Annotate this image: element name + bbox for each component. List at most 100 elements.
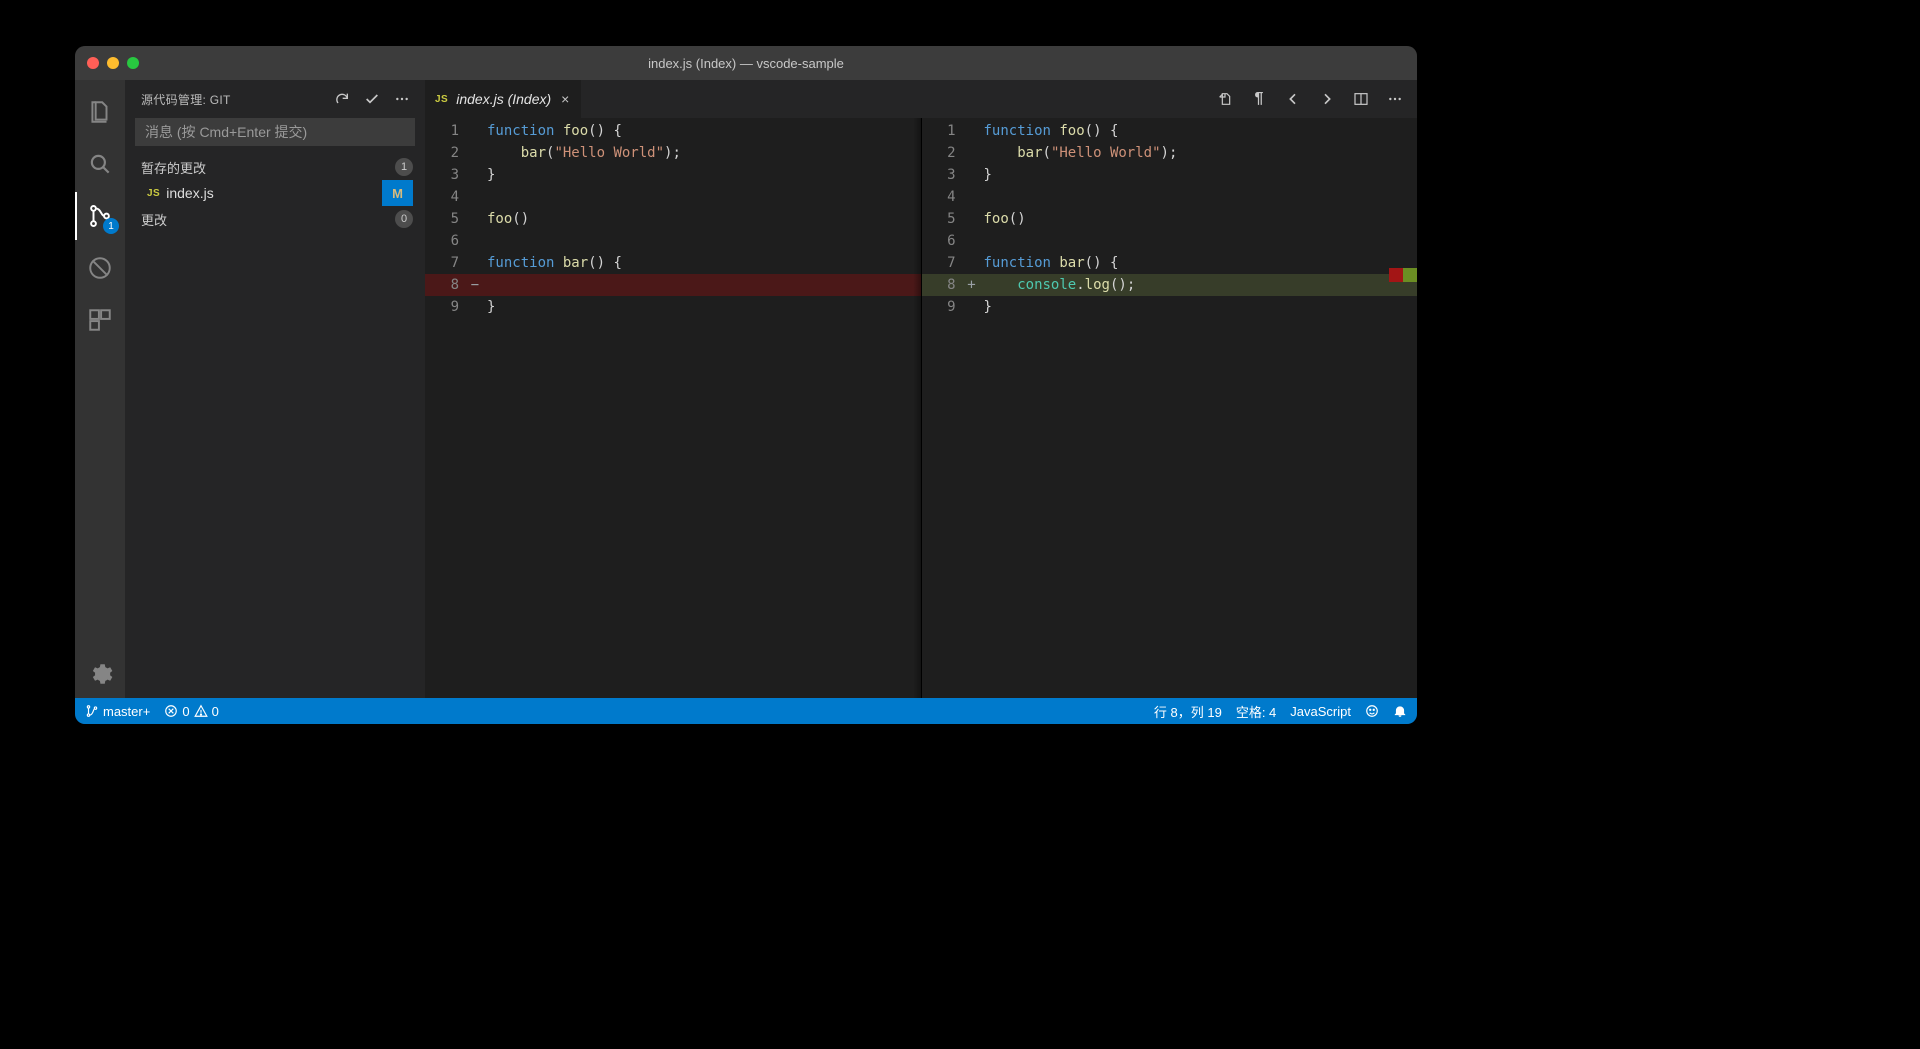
- line-number: 2: [922, 142, 964, 164]
- line-content: }: [980, 296, 992, 318]
- line-content: foo(): [483, 208, 529, 230]
- staged-file-status: M: [382, 180, 413, 206]
- code-line[interactable]: 6: [425, 230, 921, 252]
- branch-name: master+: [103, 704, 150, 719]
- line-content: function foo() {: [483, 120, 622, 142]
- search-icon: [87, 151, 113, 177]
- diff-editor[interactable]: 1function foo() {2 bar("Hello World");3}…: [425, 118, 1417, 698]
- scm-refresh-button[interactable]: [329, 86, 355, 112]
- ellipsis-icon: [1387, 91, 1403, 107]
- staged-count: 1: [395, 158, 413, 176]
- status-language[interactable]: JavaScript: [1290, 704, 1351, 719]
- activity-extensions[interactable]: [75, 296, 125, 344]
- code-line[interactable]: 8−: [425, 274, 921, 296]
- staged-section[interactable]: 暂存的更改 1: [125, 154, 425, 180]
- app-window: index.js (Index) — vscode-sample 1: [75, 46, 1417, 724]
- toggle-whitespace-button[interactable]: ¶: [1247, 87, 1271, 111]
- files-icon: [87, 99, 113, 125]
- status-notifications[interactable]: [1393, 704, 1407, 718]
- line-number: 5: [425, 208, 467, 230]
- code-line[interactable]: 2 bar("Hello World");: [922, 142, 1418, 164]
- line-number: 3: [425, 164, 467, 186]
- scm-more-button[interactable]: [389, 86, 415, 112]
- gear-icon: [87, 661, 113, 687]
- code-line[interactable]: 4: [425, 186, 921, 208]
- activity-search[interactable]: [75, 140, 125, 188]
- editor-more-button[interactable]: [1383, 87, 1407, 111]
- split-editor-button[interactable]: [1349, 87, 1373, 111]
- line-number: 7: [425, 252, 467, 274]
- status-indent[interactable]: 空格: 4: [1236, 702, 1276, 721]
- status-feedback[interactable]: [1365, 704, 1379, 718]
- extensions-icon: [87, 307, 113, 333]
- status-cursor[interactable]: 行 8，列 19: [1154, 702, 1222, 721]
- code-line[interactable]: 5foo(): [922, 208, 1418, 230]
- code-line[interactable]: 1function foo() {: [425, 120, 921, 142]
- check-icon: [364, 91, 380, 107]
- staged-file-row[interactable]: JS index.js M: [125, 180, 425, 206]
- error-count: 0: [182, 704, 189, 719]
- diff-modified-pane[interactable]: 1function foo() {2 bar("Hello World");3}…: [922, 118, 1418, 698]
- goto-file-icon: [1217, 91, 1233, 107]
- diff-marker: −: [467, 274, 483, 296]
- line-number: 9: [922, 296, 964, 318]
- activity-explorer[interactable]: [75, 88, 125, 136]
- line-number: 5: [922, 208, 964, 230]
- error-icon: [164, 704, 178, 718]
- activity-bar: 1: [75, 80, 125, 698]
- previous-change-button[interactable]: [1281, 87, 1305, 111]
- line-number: 8: [922, 274, 964, 296]
- code-line[interactable]: 5 foo(): [425, 208, 921, 230]
- line-content: console.log();: [980, 274, 1136, 296]
- line-number: 2: [425, 142, 467, 164]
- line-content: bar("Hello World");: [483, 142, 681, 164]
- js-file-icon: JS: [435, 94, 448, 105]
- window-title: index.js (Index) — vscode-sample: [75, 56, 1417, 71]
- changes-label: 更改: [141, 210, 167, 229]
- titlebar: index.js (Index) — vscode-sample: [75, 46, 1417, 80]
- changes-count: 0: [395, 210, 413, 228]
- code-line[interactable]: 3}: [922, 164, 1418, 186]
- status-problems[interactable]: 0 0: [164, 704, 218, 719]
- code-line[interactable]: 1function foo() {: [922, 120, 1418, 142]
- window-maximize-button[interactable]: [127, 57, 139, 69]
- bell-icon: [1393, 704, 1407, 718]
- code-line[interactable]: 7 function bar() {: [425, 252, 921, 274]
- status-bar: master+ 0 0 行 8，列 19 空格: 4 JavaScript: [75, 698, 1417, 724]
- line-content: function bar() {: [483, 252, 622, 274]
- arrow-right-icon: [1319, 91, 1335, 107]
- line-number: 3: [922, 164, 964, 186]
- changes-section[interactable]: 更改 0: [125, 206, 425, 232]
- staged-file-name: index.js: [166, 185, 213, 201]
- code-line[interactable]: 8+ console.log();: [922, 274, 1418, 296]
- tab-title: index.js (Index): [456, 91, 551, 107]
- code-line[interactable]: 9}: [922, 296, 1418, 318]
- code-line[interactable]: 2 bar("Hello World");: [425, 142, 921, 164]
- activity-settings[interactable]: [75, 650, 125, 698]
- commit-message-input[interactable]: [135, 118, 415, 146]
- window-close-button[interactable]: [87, 57, 99, 69]
- refresh-icon: [334, 91, 350, 107]
- diff-original-pane[interactable]: 1function foo() {2 bar("Hello World");3}…: [425, 118, 922, 698]
- activity-debug[interactable]: [75, 244, 125, 292]
- open-file-button[interactable]: [1213, 87, 1237, 111]
- activity-scm[interactable]: 1: [75, 192, 125, 240]
- window-minimize-button[interactable]: [107, 57, 119, 69]
- status-branch[interactable]: master+: [85, 704, 150, 719]
- code-line[interactable]: 9}: [425, 296, 921, 318]
- warning-icon: [194, 704, 208, 718]
- line-content: }: [980, 164, 992, 186]
- code-line[interactable]: 7function bar() {: [922, 252, 1418, 274]
- code-line[interactable]: 3}: [425, 164, 921, 186]
- scm-commit-button[interactable]: [359, 86, 385, 112]
- code-line[interactable]: 4: [922, 186, 1418, 208]
- editor-area: JS index.js (Index) × ¶: [425, 80, 1417, 698]
- code-line[interactable]: 6: [922, 230, 1418, 252]
- next-change-button[interactable]: [1315, 87, 1339, 111]
- branch-icon: [85, 704, 99, 718]
- editor-tab[interactable]: JS index.js (Index) ×: [425, 80, 582, 118]
- staged-label: 暂存的更改: [141, 158, 206, 177]
- editor-tabs: JS index.js (Index) × ¶: [425, 80, 1417, 118]
- tab-close-button[interactable]: ×: [559, 91, 571, 107]
- split-icon: [1353, 91, 1369, 107]
